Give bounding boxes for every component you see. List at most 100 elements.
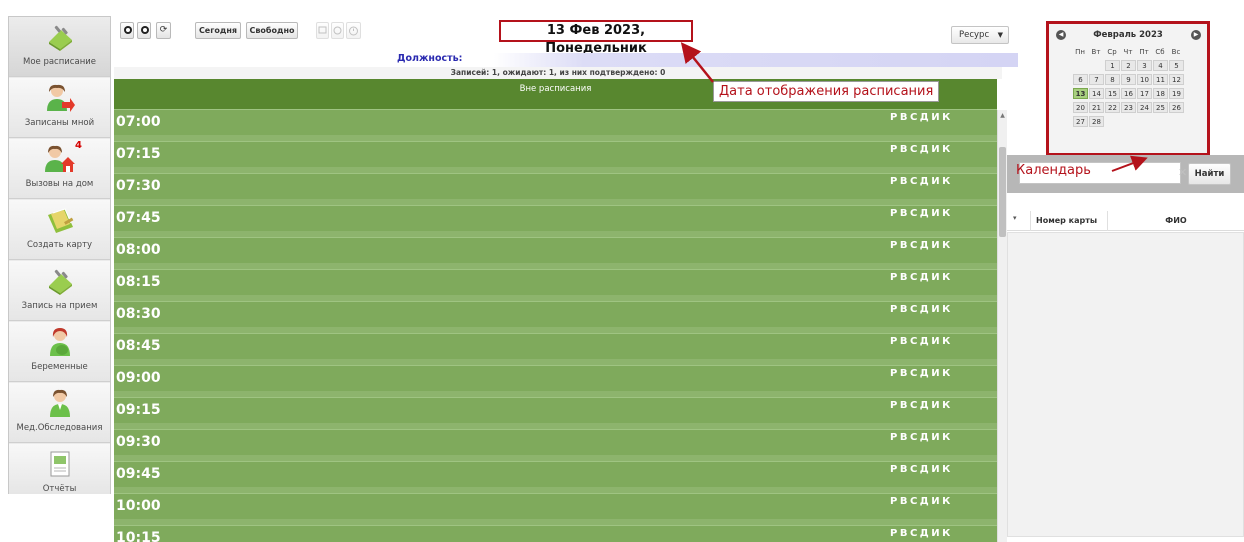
weekday-label: Чт <box>1123 48 1133 56</box>
sidebar-item-booked-by-me[interactable]: Записаны мной <box>9 78 110 138</box>
schedule-grid: Вне расписания 07:00 РВСДИК 07:15 РВСДИК 0… <box>114 79 997 542</box>
calendar-day[interactable]: 3 <box>1137 60 1152 71</box>
calendar-day[interactable]: 22 <box>1105 102 1120 113</box>
calendar-day[interactable]: 9 <box>1121 74 1136 85</box>
sidebar-item-create-card[interactable]: Создать карту <box>9 200 110 260</box>
calendar-day[interactable]: 12 <box>1169 74 1184 85</box>
time-slot[interactable]: 07:45 РВСДИК <box>114 205 997 231</box>
calendar-icon <box>45 266 75 296</box>
time-slot[interactable]: 09:00 РВСДИК <box>114 365 997 391</box>
calendar-day[interactable]: 6 <box>1073 74 1088 85</box>
weekday-label: Ср <box>1107 48 1117 56</box>
time-slot[interactable]: 09:15 РВСДИК <box>114 397 997 423</box>
column-header-full-name[interactable]: ФИО <box>1108 211 1244 231</box>
slot-time: 09:15 <box>116 402 161 418</box>
column-header-card-number[interactable]: Номер карты <box>1030 211 1108 231</box>
slot-days: РВСДИК <box>890 432 953 443</box>
position-bar: Должность: <box>114 53 1018 67</box>
find-button[interactable]: Найти <box>1188 163 1231 185</box>
today-button[interactable]: Сегодня <box>195 22 241 39</box>
calendar-day[interactable]: 2 <box>1121 60 1136 71</box>
sidebar-item-medical-exams[interactable]: Мед.Обследования <box>9 383 110 443</box>
sidebar-item-label: Создать карту <box>26 240 93 250</box>
doctor-icon <box>45 388 75 418</box>
time-slot[interactable]: 08:30 РВСДИК <box>114 301 997 327</box>
sidebar-item-pregnant[interactable]: Беременные <box>9 322 110 382</box>
time-slot[interactable]: 10:15 РВСДИК <box>114 525 997 542</box>
refresh-button[interactable]: ⟳ <box>156 22 171 39</box>
time-slot[interactable]: 08:45 РВСДИК <box>114 333 997 359</box>
calendar-day[interactable]: 17 <box>1137 88 1152 99</box>
calendar-annotation-label: Календарь <box>1016 163 1091 178</box>
calendar-day[interactable]: 19 <box>1169 88 1184 99</box>
sidebar-item-label: Отчёты <box>42 484 77 494</box>
sync-button[interactable] <box>331 22 344 39</box>
sidebar-item-label: Запись на прием <box>21 301 98 311</box>
out-of-schedule-label: Вне расписания <box>519 84 592 94</box>
calendar-day[interactable]: 8 <box>1105 74 1120 85</box>
clear-icon[interactable]: ✕ <box>1178 166 1187 179</box>
time-slot[interactable]: 07:30 РВСДИК <box>114 173 997 199</box>
time-slot[interactable]: 08:00 РВСДИК <box>114 237 997 263</box>
prev-day-button[interactable] <box>120 22 134 39</box>
doctor-home-icon <box>45 144 75 174</box>
calendar-day[interactable]: 23 <box>1121 102 1136 113</box>
sidebar-item-home-visits[interactable]: 4 Вызовы на дом <box>9 139 110 199</box>
scrollbar-thumb[interactable] <box>999 147 1006 237</box>
next-day-button[interactable] <box>137 22 151 39</box>
sync-icon <box>332 23 343 38</box>
calendar-day[interactable]: 10 <box>1137 74 1152 85</box>
time-slot[interactable]: 08:15 РВСДИК <box>114 269 997 295</box>
slot-days: РВСДИК <box>890 464 953 475</box>
time-slot[interactable]: 07:15 РВСДИК <box>114 141 997 167</box>
slot-time: 09:30 <box>116 434 161 450</box>
calendar-day[interactable]: 20 <box>1073 102 1088 113</box>
refresh-icon: ⟳ <box>159 25 168 35</box>
print-button[interactable] <box>316 22 329 39</box>
sidebar-item-my-schedule[interactable]: Мое расписание <box>9 17 110 77</box>
calendar-day[interactable]: 4 <box>1153 60 1168 71</box>
calendar-day[interactable]: 14 <box>1089 88 1104 99</box>
slot-days: РВСДИК <box>890 208 953 219</box>
sidebar-item-appointment[interactable]: Запись на прием <box>9 261 110 321</box>
resource-dropdown[interactable]: Ресурс ▼ <box>951 26 1009 44</box>
calendar-day[interactable]: 1 <box>1105 60 1120 71</box>
slot-time: 08:30 <box>116 306 161 322</box>
schedule-scrollbar[interactable]: ▲ <box>997 110 1007 542</box>
time-slot[interactable]: 07:00 РВСДИК <box>114 109 997 135</box>
calendar-day-selected[interactable]: 13 <box>1073 88 1088 99</box>
sort-icon[interactable]: ▾ <box>1013 214 1017 222</box>
calendar-day[interactable]: 24 <box>1137 102 1152 113</box>
next-month-button[interactable]: ▶ <box>1191 30 1201 40</box>
prev-icon <box>124 26 132 34</box>
slot-time: 10:15 <box>116 530 161 542</box>
calendar-day[interactable]: 21 <box>1089 102 1104 113</box>
calendar-day[interactable]: 16 <box>1121 88 1136 99</box>
slot-days: РВСДИК <box>890 528 953 539</box>
resource-label: Ресурс <box>959 30 990 40</box>
sidebar-item-label: Мед.Обследования <box>16 423 103 433</box>
sidebar-item-reports[interactable]: Отчёты <box>9 444 110 494</box>
patients-table-header: ▾ Номер карты ФИО <box>1007 211 1244 231</box>
time-slot[interactable]: 09:30 РВСДИК <box>114 429 997 455</box>
alarm-clock-icon <box>347 23 360 38</box>
slot-time: 08:15 <box>116 274 161 290</box>
calendar-day[interactable]: 5 <box>1169 60 1184 71</box>
calendar-day[interactable]: 18 <box>1153 88 1168 99</box>
calendar-day[interactable]: 28 <box>1089 116 1104 127</box>
time-slot[interactable]: 10:00 РВСДИК <box>114 493 997 519</box>
slot-time: 07:45 <box>116 210 161 226</box>
calendar-month-label: Февраль 2023 <box>1093 30 1163 40</box>
free-button[interactable]: Свободно <box>246 22 298 39</box>
slot-days: РВСДИК <box>890 496 953 507</box>
calendar-day[interactable]: 26 <box>1169 102 1184 113</box>
alarm-button[interactable] <box>346 22 361 39</box>
scroll-up-icon[interactable]: ▲ <box>998 112 1007 119</box>
time-slot[interactable]: 09:45 РВСДИК <box>114 461 997 487</box>
calendar-day[interactable]: 27 <box>1073 116 1088 127</box>
calendar-day[interactable]: 15 <box>1105 88 1120 99</box>
calendar-day[interactable]: 25 <box>1153 102 1168 113</box>
calendar-day[interactable]: 7 <box>1089 74 1104 85</box>
calendar-day[interactable]: 11 <box>1153 74 1168 85</box>
slot-days: РВСДИК <box>890 368 953 379</box>
